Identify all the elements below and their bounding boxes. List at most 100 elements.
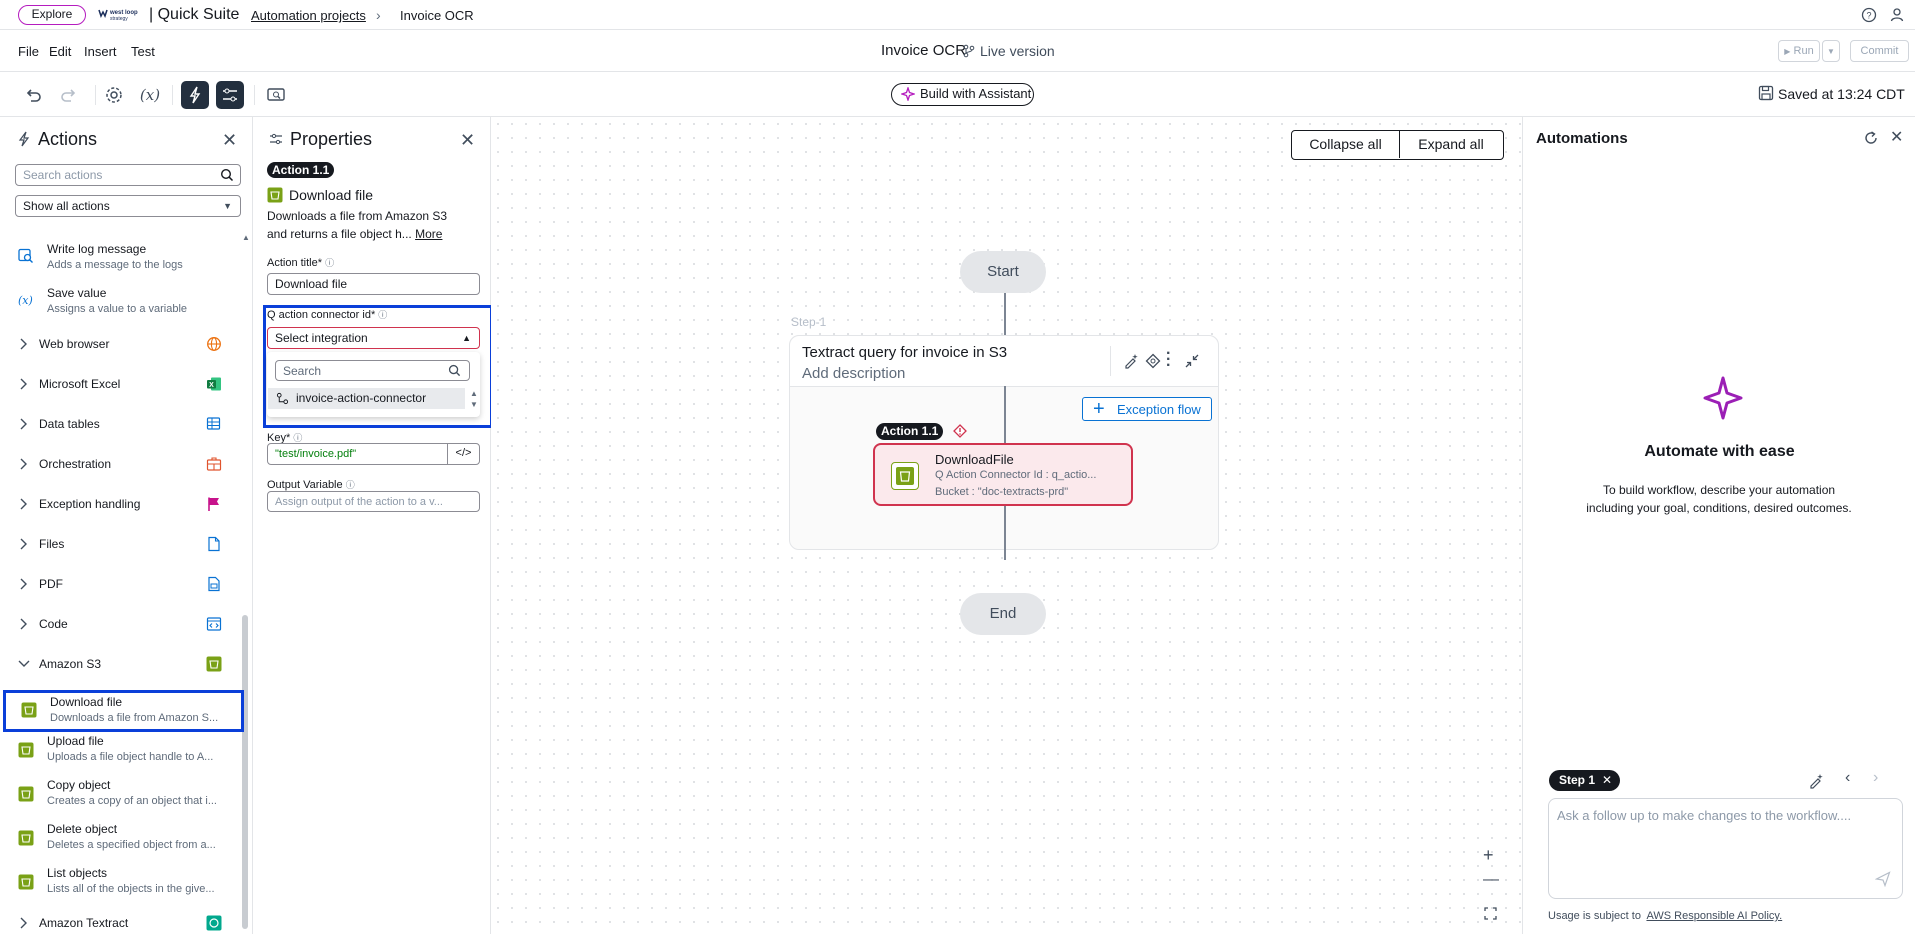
output-variable-input[interactable]: Assign output of the action to a v...: [267, 491, 480, 512]
connector-select[interactable]: Select integration ▲: [267, 327, 480, 349]
action-delete-object[interactable]: Delete object Deletes a specified object…: [12, 822, 242, 862]
code-editor-icon[interactable]: </>: [447, 443, 479, 465]
step-description[interactable]: Add description: [802, 365, 905, 382]
refresh-icon[interactable]: [1863, 130, 1879, 146]
close-properties-icon[interactable]: ✕: [460, 130, 475, 151]
variables-icon[interactable]: (x): [138, 83, 162, 107]
explore-button[interactable]: Explore: [18, 5, 86, 25]
edit-sparkle-icon[interactable]: [1123, 353, 1139, 369]
category-code[interactable]: Code: [18, 613, 228, 637]
build-with-assistant-button[interactable]: Build with Assistant: [891, 83, 1034, 106]
diamond-icon[interactable]: [1145, 353, 1161, 369]
action-list-objects[interactable]: List objects Lists all of the objects in…: [12, 866, 242, 906]
chevron-right-icon: [18, 538, 28, 550]
step-chip[interactable]: Step 1 ✕: [1549, 770, 1620, 791]
dropdown-scroll-arrows[interactable]: ▲ ▼: [470, 388, 478, 410]
caret-down-icon: ▼: [223, 201, 232, 211]
zoom-out-icon[interactable]: —: [1483, 871, 1499, 889]
action-title: Upload file: [47, 734, 104, 748]
start-node[interactable]: Start: [960, 251, 1046, 293]
category-amazon-textract[interactable]: Amazon Textract: [18, 912, 228, 934]
end-node[interactable]: End: [960, 593, 1046, 635]
action-title: Copy object: [47, 778, 111, 792]
actions-filter-select[interactable]: Show all actions ▼: [15, 195, 241, 217]
chevron-right-icon: [18, 378, 28, 390]
exception-flow-button[interactable]: + Exception flow: [1082, 397, 1212, 421]
properties-panel-toggle-icon[interactable]: [216, 81, 244, 109]
chevron-right-icon: [18, 618, 28, 630]
edit-sparkle-icon[interactable]: [1808, 773, 1824, 789]
commit-button[interactable]: Commit: [1850, 40, 1909, 62]
chat-input[interactable]: Ask a follow up to make changes to the w…: [1548, 798, 1903, 899]
info-icon[interactable]: ⓘ: [293, 433, 302, 443]
info-icon[interactable]: ⓘ: [325, 258, 334, 268]
key-input[interactable]: "test/invoice.pdf" </>: [267, 443, 480, 465]
category-web-browser[interactable]: Web browser: [18, 333, 228, 357]
close-chip-icon[interactable]: ✕: [1602, 770, 1612, 791]
menu-file[interactable]: File: [18, 44, 39, 59]
s3-bucket-icon: [18, 786, 34, 802]
info-icon[interactable]: ⓘ: [378, 310, 387, 320]
category-pdf[interactable]: PDF: [18, 573, 228, 597]
actions-scrollbar[interactable]: ▲: [241, 233, 250, 933]
chevron-right-icon[interactable]: ›: [1873, 769, 1878, 787]
actions-panel-toggle-icon[interactable]: [181, 81, 209, 109]
run-dropdown-button[interactable]: ▼: [1822, 40, 1840, 62]
fit-view-icon[interactable]: [1484, 907, 1497, 920]
category-files[interactable]: Files: [18, 533, 228, 557]
undo-icon[interactable]: [21, 83, 45, 107]
toolbar: (x) Build with Assistant Saved at 13:24 …: [0, 72, 1915, 117]
settings-gear-icon[interactable]: [102, 83, 126, 107]
action-save-value[interactable]: (x) Save value Assigns a value to a vari…: [12, 286, 242, 326]
more-vertical-icon[interactable]: · · ·: [1166, 346, 1171, 374]
menu-test[interactable]: Test: [131, 44, 155, 59]
preview-icon[interactable]: [264, 83, 288, 107]
category-label: Orchestration: [39, 457, 112, 471]
user-icon[interactable]: [1889, 7, 1905, 23]
action-description: Uploads a file object handle to A...: [47, 751, 214, 763]
category-exception-handling[interactable]: Exception handling: [18, 493, 228, 517]
action-badge: Action 1.1: [267, 162, 335, 178]
close-automations-icon[interactable]: ✕: [1890, 127, 1903, 147]
step-title[interactable]: Textract query for invoice in S3: [802, 344, 1007, 361]
run-button[interactable]: ▶ Run: [1778, 40, 1820, 62]
action-title-input[interactable]: Download file: [267, 273, 480, 295]
version-label[interactable]: Live version: [980, 43, 1055, 59]
collapse-all-button[interactable]: Collapse all: [1292, 131, 1400, 158]
help-icon[interactable]: ?: [1861, 7, 1877, 23]
breadcrumb-automation-projects[interactable]: Automation projects: [251, 8, 366, 23]
action-upload-file-row[interactable]: Upload file Uploads a file object handle…: [12, 734, 242, 774]
menu-insert[interactable]: Insert: [84, 44, 117, 59]
category-amazon-s3[interactable]: Amazon S3: [18, 653, 228, 677]
connector-search-input[interactable]: Search: [275, 360, 470, 381]
globe-icon: [206, 336, 222, 352]
category-data-tables[interactable]: Data tables: [18, 413, 228, 437]
info-icon[interactable]: ⓘ: [346, 480, 355, 490]
download-file-action-node[interactable]: DownloadFile Q Action Connector Id : q_a…: [873, 443, 1133, 506]
close-actions-icon[interactable]: ✕: [222, 130, 237, 151]
category-orchestration[interactable]: Orchestration: [18, 453, 228, 477]
send-icon[interactable]: [1875, 871, 1891, 887]
s3-bucket-icon: [18, 742, 34, 758]
category-label: Data tables: [39, 417, 100, 431]
workflow-canvas[interactable]: Collapse all Expand all Start Step-1 Tex…: [491, 117, 1522, 934]
action-write-log-message[interactable]: Write log message Adds a message to the …: [12, 242, 242, 282]
redo-icon[interactable]: [57, 83, 81, 107]
connector-option[interactable]: invoice-action-connector: [268, 388, 465, 409]
actions-search-input[interactable]: Search actions: [15, 164, 241, 186]
more-link[interactable]: More: [415, 227, 442, 241]
chevron-left-icon[interactable]: ‹: [1845, 769, 1850, 787]
responsible-ai-policy-link[interactable]: AWS Responsible AI Policy.: [1646, 910, 1782, 922]
saved-status: Saved at 13:24 CDT: [1778, 86, 1905, 102]
category-microsoft-excel[interactable]: Microsoft Excel X: [18, 373, 228, 397]
collapse-arrows-icon[interactable]: [1184, 353, 1200, 369]
connector-icon: [276, 392, 289, 405]
code-icon: [206, 616, 222, 632]
zoom-in-icon[interactable]: +: [1483, 845, 1494, 866]
document-title: Invoice OCR: [881, 42, 967, 59]
connector-id-label: Q action connector id* ⓘ: [267, 309, 388, 321]
action-download-file[interactable]: Download file Downloads a file from Amaz…: [3, 690, 244, 732]
expand-all-button[interactable]: Expand all: [1400, 131, 1502, 158]
action-copy-object[interactable]: Copy object Creates a copy of an object …: [12, 778, 242, 818]
menu-edit[interactable]: Edit: [49, 44, 71, 59]
